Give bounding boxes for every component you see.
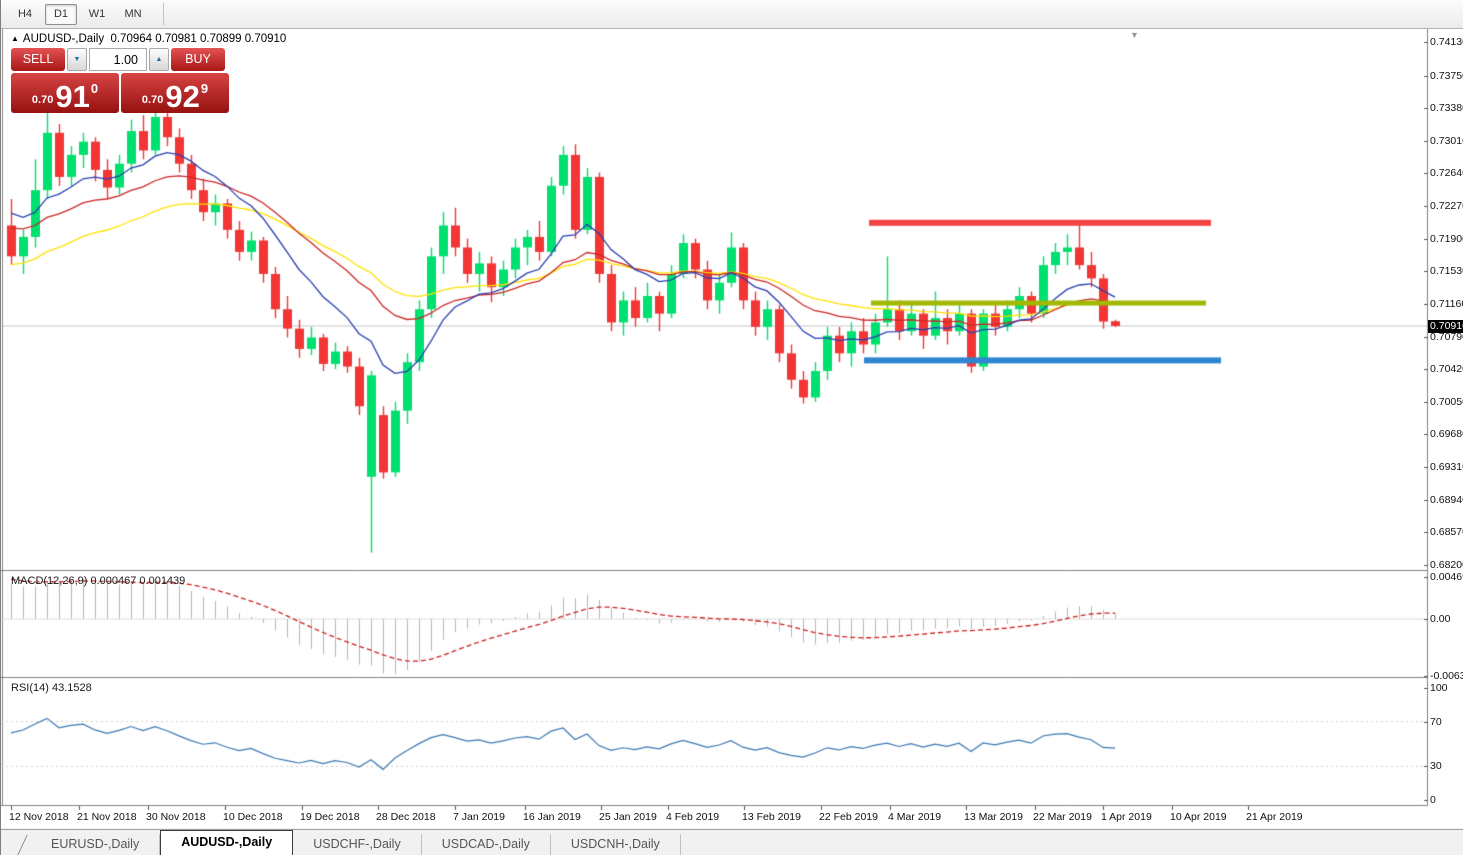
rsi-axis-label: 70 [1430,715,1442,728]
date-axis-label: 10 Dec 2018 [223,811,283,823]
buy-price-big-digits: 92 [165,79,200,114]
date-axis-label: 21 Nov 2018 [77,811,137,823]
current-price-badge: 0.70910 [1428,319,1463,333]
timeframe-button-w1[interactable]: W1 [81,4,113,25]
tab-usdcnhdaily[interactable]: USDCNH-,Daily [551,834,681,855]
date-axis-label: 19 Dec 2018 [300,811,360,823]
toolbar-separator [163,3,164,25]
timeframe-button-d1[interactable]: D1 [45,3,77,25]
price-axis-label: 0.70790 [1430,330,1463,343]
sell-button[interactable]: SELL [11,48,65,71]
price-axis-label: 0.68940 [1430,493,1463,506]
date-axis-label: 25 Jan 2019 [599,811,657,823]
price-axis-label: 0.72270 [1430,200,1463,213]
chart-shift-marker-icon[interactable]: ▼ [1130,30,1139,40]
macd-axis-label: -0.00639 [1430,669,1463,682]
volume-increase-button[interactable]: ▲ [149,48,169,71]
macd-axis-label: 0.004694 [1430,571,1463,584]
sell-price-big-digits: 91 [55,79,90,114]
price-axis-label: 0.73380 [1430,102,1463,115]
chart-tab-bar: EURUSD-,Daily AUDUSD-,Daily USDCHF-,Daily U… [1,829,1463,855]
one-click-trading-panel: SELL ▼ ▲ BUY 0.70910 0.70929 [11,48,229,113]
date-axis-label: 12 Nov 2018 [9,811,69,823]
price-axis-label: 0.70420 [1430,363,1463,376]
price-axis-label: 0.71900 [1430,232,1463,245]
sell-price-pip-digit: 0 [90,81,99,96]
tab-eurusddaily[interactable]: EURUSD-,Daily [31,834,161,855]
price-axis-label: 0.68200 [1430,559,1463,571]
date-axis-label: 13 Mar 2019 [964,811,1023,823]
collapse-triangle-icon: ▲ [11,34,19,43]
price-axis-label: 0.70050 [1430,395,1463,408]
date-axis-label: 28 Dec 2018 [376,811,436,823]
chart-symbol-label: AUDUSD-,Daily [22,33,105,45]
price-axis-label: 0.72640 [1430,167,1463,180]
trading-terminal-window: H4 D1 W1 MN ▲ AUDUSD-,Daily 0.70964 0.70981 … [0,0,1463,855]
price-axis-label: 0.73750 [1430,69,1463,82]
tab-audusddaily[interactable]: AUDUSD-,Daily [160,830,294,855]
sell-price-display[interactable]: 0.70 91 0 [11,73,119,113]
macd-indicator-label: MACD(12,26,9) 0.000467 0.001439 [11,575,186,587]
timeframe-toolbar: H4 D1 W1 MN [1,0,1463,29]
date-axis-label: 16 Jan 2019 [523,811,581,823]
date-axis-label: 10 Apr 2019 [1170,811,1227,823]
volume-input[interactable] [89,48,147,71]
chart-canvas[interactable] [1,0,1463,855]
price-axis-label: 0.71530 [1430,265,1463,278]
date-axis-label: 1 Apr 2019 [1101,811,1152,823]
date-axis-label: 22 Feb 2019 [819,811,878,823]
rsi-axis-label: 100 [1430,682,1448,694]
rsi-indicator-label: RSI(14) 43.1528 [11,682,92,694]
timeframe-button-h4[interactable]: H4 [9,4,41,25]
sell-price-prefix: 0.70 [31,94,54,106]
date-axis-label: 30 Nov 2018 [146,811,206,823]
chart-ohlc-values: 0.70964 0.70981 0.70899 0.70910 [110,33,287,45]
buy-price-display[interactable]: 0.70 92 9 [121,73,229,113]
timeframe-button-mn[interactable]: MN [117,4,149,25]
buy-button[interactable]: BUY [171,48,225,71]
date-axis-label: 13 Feb 2019 [742,811,801,823]
volume-decrease-button[interactable]: ▼ [67,48,87,71]
price-axis-label: 0.68570 [1430,526,1463,539]
price-axis-label: 0.74130 [1430,36,1463,48]
price-axis-label: 0.71160 [1430,297,1463,310]
price-axis-label: 0.69680 [1430,428,1463,441]
date-axis-label: 7 Jan 2019 [453,811,505,823]
tab-usdcaddaily[interactable]: USDCAD-,Daily [422,834,551,855]
buy-price-pip-digit: 9 [200,81,209,96]
date-axis-label: 4 Mar 2019 [888,811,942,823]
price-axis-label: 0.69310 [1430,461,1463,474]
tab-usdchfdaily[interactable]: USDCHF-,Daily [293,834,422,855]
rsi-axis-label: 30 [1430,760,1442,773]
buy-price-prefix: 0.70 [141,94,164,106]
chart-title: ▲ AUDUSD-,Daily 0.70964 0.70981 0.70899 0… [11,33,286,45]
date-axis-label: 21 Apr 2019 [1246,811,1303,823]
tab-bar-edge-icon [8,835,28,855]
rsi-axis-label: 0 [1430,794,1436,806]
date-axis-label: 22 Mar 2019 [1033,811,1092,823]
macd-axis-label: 0.00 [1430,613,1451,625]
date-axis-label: 4 Feb 2019 [666,811,720,823]
price-axis-label: 0.73010 [1430,134,1463,147]
